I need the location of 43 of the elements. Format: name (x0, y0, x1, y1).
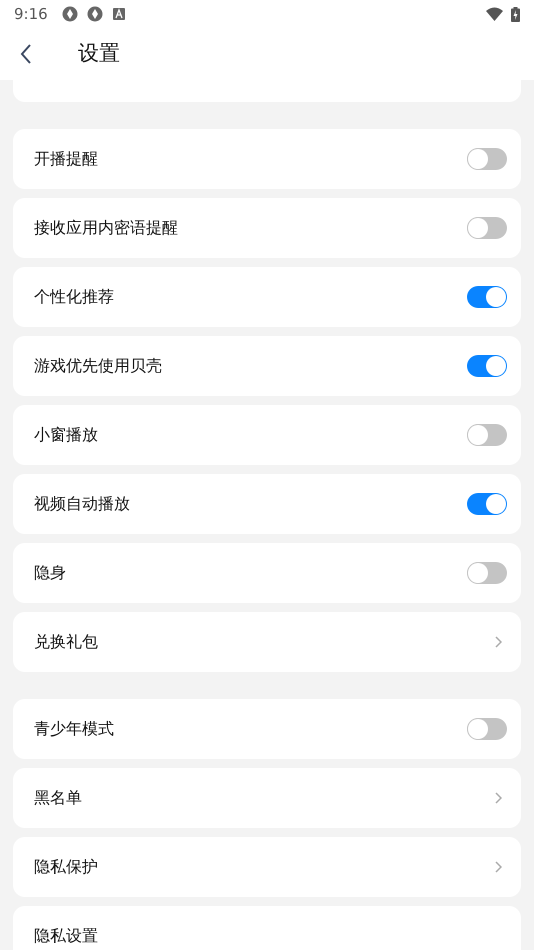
settings-row[interactable]: 接收应用内密语提醒 (13, 198, 521, 258)
toggle-switch[interactable] (467, 718, 507, 740)
settings-row[interactable]: 小窗播放 (13, 405, 521, 465)
settings-row[interactable]: 隐身 (13, 543, 521, 603)
toggle-switch[interactable] (467, 286, 507, 308)
setting-label: 隐私设置 (34, 925, 98, 947)
keyboard-icon (112, 8, 125, 20)
settings-row[interactable]: 开播提醒 (13, 129, 521, 189)
toggle-switch[interactable] (467, 562, 507, 584)
setting-label: 开播提醒 (34, 148, 98, 170)
setting-label: 视频自动播放 (34, 493, 130, 515)
settings-row[interactable]: 个性化推荐 (13, 267, 521, 327)
battery-icon (511, 6, 520, 22)
aperture-icon (86, 6, 103, 22)
settings-row[interactable]: 游戏优先使用贝壳 (13, 336, 521, 396)
wifi-icon (486, 7, 503, 21)
setting-label: 黑名单 (34, 787, 82, 809)
aperture-icon (62, 6, 78, 22)
toggle-switch[interactable] (467, 493, 507, 515)
setting-label: 接收应用内密语提醒 (34, 217, 178, 239)
settings-row[interactable]: 隐私保护 (13, 837, 521, 897)
toggle-switch[interactable] (467, 355, 507, 377)
setting-label: 隐私保护 (34, 856, 98, 878)
setting-label: 个性化推荐 (34, 286, 114, 308)
setting-label: 小窗播放 (34, 424, 98, 446)
settings-row[interactable]: 黑名单 (13, 768, 521, 828)
setting-label: 游戏优先使用贝壳 (34, 355, 162, 377)
setting-label: 隐身 (34, 562, 66, 584)
setting-label: 青少年模式 (34, 718, 114, 740)
settings-row[interactable]: 青少年模式 (13, 699, 521, 759)
setting-label: 兑换礼包 (34, 631, 98, 653)
back-icon[interactable] (20, 44, 32, 64)
settings-row[interactable]: 隐私设置 (13, 906, 521, 950)
page-title: 设置 (78, 40, 120, 68)
toggle-switch[interactable] (467, 424, 507, 446)
settings-row[interactable]: 视频自动播放 (13, 474, 521, 534)
toggle-switch[interactable] (467, 148, 507, 170)
chevron-right-icon (495, 792, 502, 804)
clock-time: 9:16 (14, 4, 48, 25)
chevron-right-icon (495, 861, 502, 873)
settings-row[interactable]: 兑换礼包 (13, 612, 521, 672)
toggle-switch[interactable] (467, 217, 507, 239)
chevron-right-icon (495, 636, 502, 648)
